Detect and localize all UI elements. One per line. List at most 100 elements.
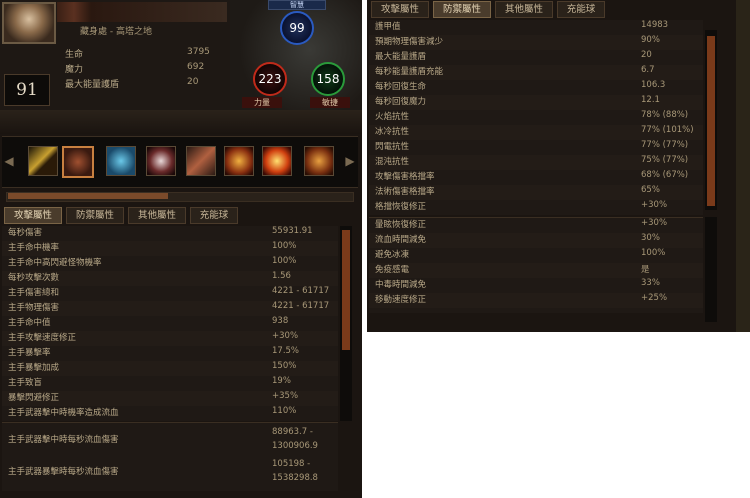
stat-value: 75% (77%) (641, 155, 689, 165)
mini-stat-row: 魔力 692 (60, 62, 228, 77)
mini-stats: 生命 3795 魔力 692 最大能量護盾 20 (60, 47, 228, 92)
stat-label: 最大能量護盾 (375, 52, 427, 62)
mini-stat-value: 20 (187, 77, 199, 87)
list-item: 避免冰凍 100% (369, 248, 703, 263)
strength-orb[interactable]: 223 (253, 62, 287, 96)
stat-value-line: 105198 - (272, 459, 311, 469)
dexterity-label: 敏捷 (310, 97, 350, 108)
stat-value: 20 (641, 50, 652, 60)
stat-value: 1.56 (272, 271, 291, 281)
scroll-left-icon[interactable]: ◀ (4, 151, 14, 171)
list-item: 暴擊閃避修正 +35% (2, 391, 338, 406)
stat-value: +35% (272, 391, 299, 401)
mini-stat-row: 最大能量護盾 20 (60, 77, 228, 92)
defense-stats-list-2: 暈眩恢復修正 +30% 流血時間減免 30% 避免冰凍 100% 免疫感電 是中毒時間減免 33… (369, 217, 703, 313)
stat-value: +25% (641, 293, 668, 303)
skill-scroll-thumb[interactable] (8, 193, 168, 199)
stat-value: 19% (272, 376, 291, 386)
attack-stats-scroll-thumb[interactable] (342, 230, 350, 350)
tab-attack[interactable]: 攻擊屬性 (4, 207, 62, 224)
scroll-skill-icon[interactable] (304, 146, 334, 176)
stat-label: 混沌抗性 (375, 157, 410, 167)
list-item: 每秒回復魔力 12.1 (369, 95, 703, 110)
stat-label: 主手武器暴擊時每秒流血傷害 (8, 467, 119, 477)
stat-label: 暈眩恢復修正 (375, 220, 427, 230)
mini-stat-label: 魔力 (65, 65, 84, 75)
defense-stats-2-scrollbar[interactable] (705, 217, 717, 322)
stat-label: 主手暴擊率 (8, 348, 51, 358)
stat-label: 主手暴擊加成 (8, 363, 60, 373)
list-item: 每秒回復生命 106.3 (369, 80, 703, 95)
stat-value: 是 (641, 265, 650, 275)
portrait-avatar[interactable] (2, 2, 56, 44)
level-badge: 91 (4, 74, 50, 106)
list-item: 主手武器擊中時每秒流血傷害 88963.7 - 1300906.9 (2, 425, 338, 455)
tab-charges[interactable]: 充能球 (557, 1, 605, 18)
stat-value: 68% (67%) (641, 170, 689, 180)
header-divider (0, 110, 362, 134)
tab-other[interactable]: 其他屬性 (495, 1, 553, 18)
stat-label: 主手致盲 (8, 378, 43, 388)
list-item: 主手致盲 19% (2, 376, 338, 391)
stat-label: 免疫感電 (375, 265, 410, 275)
intelligence-orb[interactable]: 99 (280, 11, 314, 45)
blade-skill-icon[interactable] (186, 146, 216, 176)
attack-stats-list: 每秒傷害 55931.91 主手命中機率 100% 主手命中高閃避怪物機率 100% 每秒攻… (2, 226, 338, 421)
stat-value-line: 1300906.9 (272, 441, 318, 451)
stat-label: 閃電抗性 (375, 142, 410, 152)
stat-label: 預期物理傷害減少 (375, 37, 444, 47)
stat-value: 100% (641, 248, 666, 258)
list-item: 流血時間減免 30% (369, 233, 703, 248)
stat-value: 88963.7 - 1300906.9 (272, 425, 318, 453)
stat-value-line: 1538298.8 (272, 473, 318, 483)
ice-skill-icon[interactable] (106, 146, 136, 176)
stat-label: 每秒傷害 (8, 228, 43, 238)
list-item: 主手武器擊中時機率造成流血 110% (2, 406, 338, 421)
stat-label: 主手武器擊中時每秒流血傷害 (8, 435, 119, 445)
tab-defense[interactable]: 防禦屬性 (433, 1, 491, 18)
mini-stat-label: 生命 (65, 50, 84, 60)
tab-charges[interactable]: 充能球 (190, 207, 238, 224)
stat-value: 100% (272, 241, 297, 251)
stat-label: 主手命中高閃避怪物機率 (8, 258, 102, 268)
stat-value: 17.5% (272, 346, 300, 356)
stat-value: 106.3 (641, 80, 666, 90)
stat-value: +30% (272, 331, 299, 341)
blank-area (372, 332, 750, 498)
list-item: 暈眩恢復修正 +30% (369, 218, 703, 233)
stat-label: 法術傷害格擋率 (375, 187, 435, 197)
stat-value: +30% (641, 200, 668, 210)
character-header: 藏身處 - 高塔之地 91 生命 3795 魔力 692 最大能量護盾 20 智… (0, 0, 362, 110)
stat-label: 主手物理傷害 (8, 303, 60, 313)
tab-other[interactable]: 其他屬性 (128, 207, 186, 224)
fire-skill-icon[interactable] (224, 146, 254, 176)
stat-label: 火焰抗性 (375, 112, 410, 122)
list-item: 主手攻擊速度修正 +30% (2, 331, 338, 346)
sword-skill-icon[interactable] (28, 146, 58, 176)
defense-stats-scroll-thumb[interactable] (707, 36, 715, 206)
class-banner (57, 2, 227, 22)
stat-value-line: 88963.7 - (272, 427, 313, 437)
stat-value: +30% (641, 218, 668, 228)
tab-attack[interactable]: 攻擊屬性 (371, 1, 429, 18)
flame-skill-icon[interactable] (262, 146, 292, 176)
dexterity-orb[interactable]: 158 (311, 62, 345, 96)
list-item: 法術傷害格擋率 65% (369, 185, 703, 200)
mini-stat-row: 生命 3795 (60, 47, 228, 62)
defense-stats-list: 護甲值 14983 預期物理傷害減少 90% 最大能量護盾 20 每秒能量護盾充能 6.7 每秒… (369, 20, 703, 215)
tab-defense[interactable]: 防禦屬性 (66, 207, 124, 224)
stat-value: 30% (641, 233, 660, 243)
scroll-right-icon[interactable]: ▶ (345, 151, 355, 171)
list-item: 火焰抗性 78% (88%) (369, 110, 703, 125)
list-item: 主手暴擊加成 150% (2, 361, 338, 376)
stat-value: 33% (641, 278, 660, 288)
stat-value: 6.7 (641, 65, 655, 75)
mini-stat-value: 3795 (187, 47, 210, 57)
stat-label: 攻擊傷害格擋率 (375, 172, 435, 182)
stat-label: 主手命中機率 (8, 243, 60, 253)
stat-value: 55931.91 (272, 226, 313, 236)
stat-label: 每秒回復生命 (375, 82, 427, 92)
slam-skill-icon[interactable] (62, 146, 94, 178)
skull-skill-icon[interactable] (146, 146, 176, 176)
strength-label: 力量 (242, 97, 282, 108)
